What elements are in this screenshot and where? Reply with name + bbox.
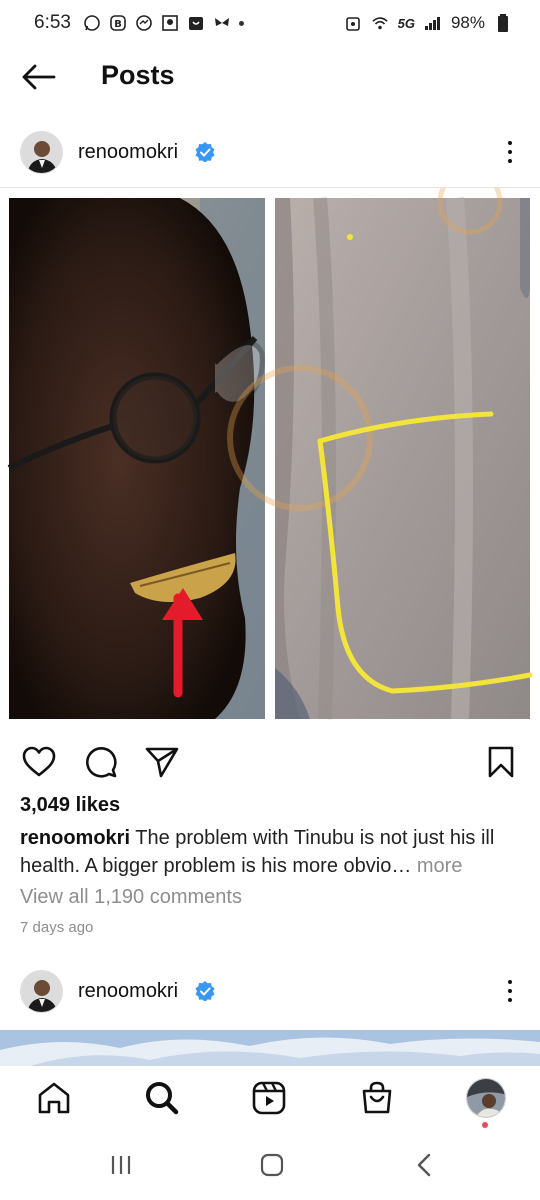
post-actions <box>0 740 540 784</box>
back-system-icon <box>417 1153 431 1177</box>
heart-icon <box>22 746 56 777</box>
avatar[interactable] <box>20 131 63 174</box>
notification-dot <box>482 1122 488 1128</box>
verified-badge-icon <box>195 981 215 1002</box>
svg-text:B: B <box>114 19 122 30</box>
back-system-button[interactable] <box>404 1148 444 1182</box>
save-button[interactable] <box>483 744 519 780</box>
gallery-icon <box>161 14 179 32</box>
back-arrow-icon <box>22 64 56 90</box>
nav-shop[interactable] <box>357 1078 397 1118</box>
post-header: renoomokri <box>0 122 540 182</box>
likes-count[interactable]: 3,049 likes <box>20 794 120 817</box>
wifi-icon <box>371 14 389 32</box>
chat-icon <box>135 14 153 32</box>
battery-percent: 98% <box>450 13 485 32</box>
share-button[interactable] <box>144 744 180 780</box>
status-time: 6:53 <box>34 12 71 33</box>
next-post-image[interactable] <box>0 1030 540 1066</box>
more-notifications-dot <box>238 20 244 26</box>
home-system-icon <box>260 1153 284 1177</box>
home-icon <box>38 1082 70 1114</box>
post-timestamp: 7 days ago <box>20 919 94 936</box>
like-button[interactable] <box>21 744 57 780</box>
top-app-bar: Posts <box>0 46 540 108</box>
more-dots-icon <box>508 980 512 984</box>
whatsapp-icon <box>83 14 101 32</box>
home-system-button[interactable] <box>252 1148 292 1182</box>
caption-username[interactable]: renoomokri <box>20 827 130 849</box>
caption-ellipsis: … <box>391 855 417 877</box>
shop-bag-icon <box>362 1081 392 1114</box>
next-post-username[interactable]: renoomokri <box>78 980 178 1003</box>
back-button[interactable] <box>20 60 58 94</box>
butterfly-icon <box>213 14 231 32</box>
post-username[interactable]: renoomokri <box>78 141 178 164</box>
search-icon <box>146 1082 179 1115</box>
post-image[interactable] <box>0 169 540 729</box>
nav-home[interactable] <box>34 1078 74 1118</box>
reels-icon <box>252 1081 286 1115</box>
right-photo-panel <box>227 169 533 720</box>
nav-reels[interactable] <box>249 1078 289 1118</box>
nav-search[interactable] <box>142 1078 182 1118</box>
page-title: Posts <box>101 60 175 90</box>
avatar[interactable] <box>20 970 63 1013</box>
bookmark-icon <box>488 746 514 778</box>
more-options-button[interactable] <box>500 974 520 1008</box>
battery-icon <box>494 14 512 32</box>
shop-icon <box>187 14 205 32</box>
status-bar: 6:53 B 5G 98% <box>0 0 540 46</box>
caption: renoomokri The problem with Tinubu is no… <box>20 824 520 880</box>
recent-apps-icon <box>111 1156 131 1174</box>
signal-icon <box>424 14 442 32</box>
network-type: 5G <box>397 15 415 31</box>
messenger-icon: B <box>109 14 127 32</box>
view-comments-link[interactable]: View all 1,190 comments <box>20 886 242 909</box>
system-navigation-bar <box>0 1130 540 1200</box>
verified-badge-icon <box>195 142 215 163</box>
alarm-icon <box>344 14 362 32</box>
send-icon <box>145 747 179 778</box>
next-post-header: renoomokri <box>0 961 540 1021</box>
comment-button[interactable] <box>83 744 119 780</box>
caption-more-link[interactable]: more <box>417 855 463 877</box>
bottom-navigation <box>0 1066 540 1130</box>
left-photo-panel <box>7 198 265 719</box>
recent-apps-button[interactable] <box>101 1148 141 1182</box>
more-options-button[interactable] <box>500 135 520 169</box>
nav-profile-avatar[interactable] <box>466 1078 506 1118</box>
more-dots-icon <box>508 141 512 145</box>
comment-icon <box>86 747 117 778</box>
